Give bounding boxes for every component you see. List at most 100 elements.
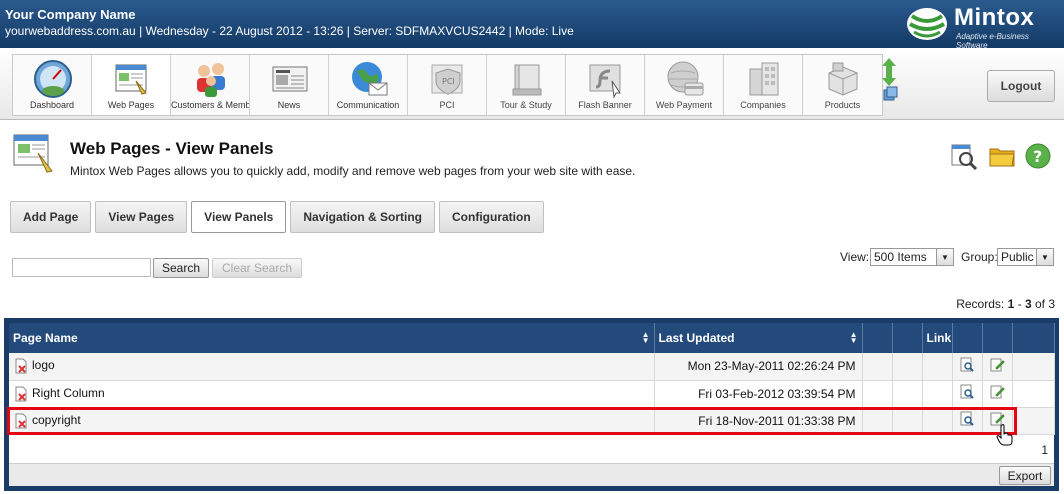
edit-cell[interactable] [982, 353, 1013, 381]
globe-mail-icon [352, 62, 388, 96]
records-from: 1 [1007, 297, 1015, 311]
records-label: Records: [956, 297, 1005, 311]
page-name-cell[interactable]: Right Column [9, 380, 655, 408]
row-highlight-annotation [7, 407, 1017, 435]
nav-label: Communication [336, 100, 400, 110]
page-subtitle: Mintox Web Pages allows you to quickly a… [70, 164, 636, 178]
nav-companies[interactable]: Companies [724, 55, 803, 115]
records-count: Records: 1 - 3 of 3 [956, 297, 1055, 311]
edit-icon [990, 385, 1005, 399]
empty-cell [1012, 353, 1055, 381]
page-title: Web Pages - View Panels [70, 139, 274, 158]
nav-products[interactable]: Products [803, 55, 882, 115]
tab-view-pages[interactable]: View Pages [95, 201, 188, 233]
group-select-value: Public [1001, 250, 1034, 264]
group-select[interactable]: Public ▼ [997, 248, 1054, 266]
hand-cursor-icon [996, 424, 1013, 446]
nav-web-pages[interactable]: Web Pages [92, 55, 171, 115]
page-name: logo [32, 358, 55, 373]
search-preview-icon[interactable] [950, 142, 978, 171]
view-label: View: [840, 250, 870, 264]
module-toolbar: Dashboard Web Pages Customers & Memb New… [0, 48, 1064, 120]
books-icon [512, 64, 542, 96]
products-box-icon [828, 62, 858, 96]
table-footer: Export [9, 463, 1054, 486]
records-to: 3 [1024, 297, 1032, 311]
view-select-value: 500 Items [874, 250, 927, 264]
help-icon[interactable]: ? [1024, 142, 1052, 170]
header-label: Page Name [13, 331, 78, 345]
web-pages-title-icon [13, 134, 53, 173]
pagination[interactable]: 1 [9, 443, 1054, 463]
nav-pci[interactable]: PCI PCI [408, 55, 487, 115]
preview-icon [960, 357, 974, 372]
document-icon [15, 386, 27, 401]
preview-cell[interactable] [952, 380, 983, 408]
newspaper-icon [272, 66, 308, 92]
search-button[interactable]: Search [153, 258, 209, 278]
top-header: Your Company Name yourwebaddress.com.au … [0, 0, 1064, 50]
companies-building-icon [749, 62, 779, 96]
records-sep: - [1017, 297, 1022, 311]
nav-dashboard[interactable]: Dashboard [13, 55, 92, 115]
tab-view-panels[interactable]: View Panels [191, 201, 287, 233]
chevron-down-icon: ▼ [936, 249, 953, 265]
empty-cell [862, 353, 893, 381]
nav-label: Products [824, 100, 861, 110]
link-cell [922, 380, 953, 408]
people-icon [197, 63, 225, 97]
search-input[interactable] [12, 258, 151, 277]
nav-flash-banner[interactable]: Flash Banner [566, 55, 645, 115]
module-nav: Dashboard Web Pages Customers & Memb New… [12, 54, 883, 116]
link-cell [922, 353, 953, 381]
nav-label: Web Payment [655, 100, 713, 110]
sort-icon: ▲ ▼ [849, 330, 858, 345]
sort-icon: ▲ ▼ [641, 330, 650, 345]
brand-name: Mintox [954, 4, 1035, 31]
nav-label: News [277, 100, 301, 110]
column-header-blank [1012, 323, 1055, 353]
column-header-blank [862, 323, 893, 353]
subtab-bar: Add Page View Pages View Panels Navigati… [10, 201, 544, 233]
column-header-page-name[interactable]: Page Name ▲ ▼ [9, 323, 655, 353]
column-header-last-updated[interactable]: Last Updated ▲ ▼ [654, 323, 863, 353]
nav-customers-members[interactable]: Customers & Members [171, 55, 250, 115]
header-label: Last Updated [658, 331, 735, 345]
flash-banner-icon [589, 64, 621, 99]
tab-add-page[interactable]: Add Page [10, 201, 92, 233]
preview-cell[interactable] [952, 353, 983, 381]
nav-tour-study[interactable]: Tour & Study [487, 55, 566, 115]
tab-navigation-sorting[interactable]: Navigation & Sorting [290, 201, 435, 233]
empty-cell [1012, 380, 1055, 408]
tab-configuration[interactable]: Configuration [439, 201, 544, 233]
pci-shield-icon: PCI [431, 64, 463, 95]
svg-text:?: ? [1033, 147, 1042, 166]
export-button[interactable]: Export [999, 466, 1051, 485]
view-select[interactable]: 500 Items ▼ [870, 248, 954, 266]
folder-icon[interactable] [988, 142, 1016, 170]
panels-table: Page Name ▲ ▼ Last Updated ▲ ▼ Link logo Mon… [4, 318, 1059, 491]
web-pages-icon [115, 64, 147, 95]
brand-logo: Mintox Adaptive e-Business Software [904, 4, 1054, 50]
table-body: Page Name ▲ ▼ Last Updated ▲ ▼ Link logo Mon… [9, 323, 1055, 486]
nav-label: Tour & Study [500, 100, 552, 110]
svg-text:PCI: PCI [442, 77, 455, 86]
column-header-blank [952, 323, 983, 353]
column-header-link: Link [922, 323, 953, 353]
logout-button[interactable]: Logout [987, 70, 1055, 102]
document-icon [15, 358, 27, 374]
nav-web-payment[interactable]: Web Payment [645, 55, 724, 115]
nav-label: Companies [740, 100, 786, 110]
last-updated-cell: Mon 23-May-2011 02:26:24 PM [654, 353, 863, 381]
nav-label: Flash Banner [578, 100, 632, 110]
edit-cell[interactable] [982, 380, 1013, 408]
nav-news[interactable]: News [250, 55, 329, 115]
clear-search-button[interactable]: Clear Search [212, 258, 302, 278]
empty-cell [892, 380, 923, 408]
expand-collapse-icon[interactable] [878, 56, 900, 106]
page-name-cell[interactable]: logo [9, 353, 655, 381]
nav-communication[interactable]: Communication [329, 55, 408, 115]
header-actions: ? [950, 142, 1054, 172]
page-number[interactable]: 1 [1041, 443, 1048, 457]
last-updated-cell: Fri 03-Feb-2012 03:39:54 PM [654, 380, 863, 408]
